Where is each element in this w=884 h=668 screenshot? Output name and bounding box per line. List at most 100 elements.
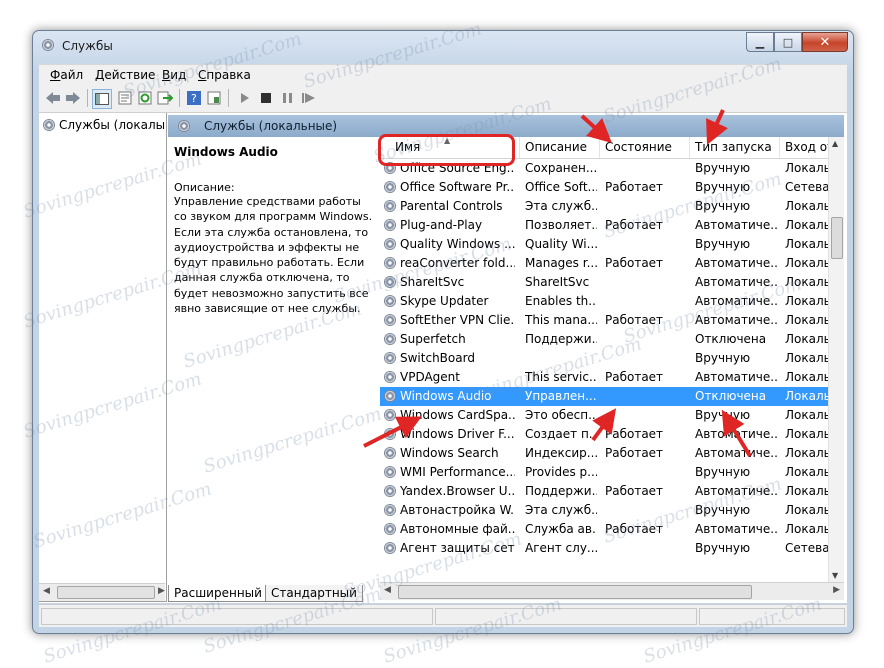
service-gear-icon [384,466,396,478]
scroll-right-icon[interactable]: ▶ [158,586,165,596]
scroll-left-icon[interactable]: ◀ [384,585,391,595]
cell-name: VPDAgent [400,368,515,387]
cell-status: Работает [605,368,689,387]
cell-status: Работает [605,254,689,273]
list-vertical-scrollbar[interactable]: ▲ ▼ [828,137,844,582]
restart-service-button[interactable] [300,89,318,107]
tab-extended[interactable]: Расширенный [168,585,268,602]
menu-action[interactable]: Действие [95,68,155,82]
table-row[interactable]: Windows SearchИндексир...РаботаетАвтомат… [380,444,829,463]
cell-name: Office Source Eng... [400,159,515,178]
services-gear-icon [178,120,190,132]
table-row[interactable]: Windows Driver F...Создает п...РаботаетА… [380,425,829,444]
cell-startup-type: Автоматиче... [695,216,779,235]
service-gear-icon [384,238,396,250]
table-row[interactable]: Plug-and-PlayПозволяет...РаботаетАвтомат… [380,216,829,235]
help-icon: ? [187,91,201,105]
cell-status: Работает [605,425,689,444]
cell-description: Поддержи... [525,330,597,349]
table-row[interactable]: SoftEther VPN Clie...This mana...Работае… [380,311,829,330]
service-gear-icon [384,314,396,326]
back-button[interactable] [44,89,62,107]
pane-header-title: Службы (локальные) [204,119,337,133]
table-row[interactable]: VPDAgentThis servic...РаботаетАвтоматиче… [380,368,829,387]
table-row[interactable]: Office Source Eng...Сохранен...ВручнуюЛо… [380,159,829,178]
tree-horizontal-scrollbar[interactable]: ◀ ▶ [39,583,165,601]
cell-description: Служба ав... [525,520,597,539]
cell-name: Yandex.Browser U... [400,482,515,501]
service-gear-icon [384,333,396,345]
scroll-up-icon[interactable]: ▲ [832,139,838,148]
table-row[interactable]: Parental ControlsЭта служб...ВручнуюЛока… [380,197,829,216]
export-button[interactable] [156,89,174,107]
toolbar: ? [39,84,847,113]
selected-service-title: Windows Audio [174,145,278,159]
toolbar-separator [179,89,180,107]
close-icon: ✕ [820,35,831,50]
cell-name: Агент защиты сет... [400,539,515,558]
table-row[interactable]: Windows CardSpa...Это обесп...ВручнуюЛок… [380,406,829,425]
refresh-button[interactable] [136,89,154,107]
table-row[interactable]: Агент защиты сет...Агент слу...ВручнуюСе… [380,539,829,558]
title-bar[interactable]: Службы ▁ □ ✕ [33,31,853,59]
cell-description: Поддержи... [525,482,597,501]
properties-icon [118,91,132,105]
cell-description: Quality Wi... [525,235,597,254]
menu-view[interactable]: Вид [162,68,186,82]
list-horizontal-scrollbar[interactable]: ◀ ▶ [380,582,844,600]
stop-icon [261,93,271,103]
stop-service-button[interactable] [257,89,275,107]
table-row[interactable]: reaConverter fold...Manages r...Работает… [380,254,829,273]
client-area: Службы (локалы ◀ ▶ Службы (локальные) Wi… [39,113,847,603]
cell-status: Работает [605,216,689,235]
column-description[interactable]: Описание [520,137,600,158]
column-startup-type[interactable]: Тип запуска [690,137,780,158]
start-service-button[interactable] [236,89,254,107]
minimize-icon: ▁ [756,36,764,49]
table-row[interactable]: WMI Performance...Provides p...ВручнуюЛо… [380,463,829,482]
table-row-selected[interactable]: Windows AudioУправлен...ОтключенаЛокальн… [380,387,829,406]
cell-startup-type: Автоматиче... [695,425,779,444]
table-row[interactable]: SuperfetchПоддержи...ОтключенаЛокальна [380,330,829,349]
vertical-scroll-thumb[interactable] [831,217,843,259]
table-row[interactable]: SwitchBoardВручнуюЛокальна [380,349,829,368]
table-row[interactable]: Skype UpdaterEnables th...Автоматиче...Л… [380,292,829,311]
maximize-button[interactable]: □ [774,32,802,52]
forward-icon [65,91,81,105]
table-row[interactable]: Yandex.Browser U...Поддержи...РаботаетАв… [380,482,829,501]
cell-name: Skype Updater [400,292,515,311]
cell-description: This servic... [525,368,597,387]
properties-button[interactable] [116,89,134,107]
help-button[interactable]: ? [185,89,203,107]
scroll-right-icon[interactable]: ▶ [833,585,840,595]
service-gear-icon [384,295,396,307]
pause-service-button[interactable] [279,89,297,107]
table-row[interactable]: Quality Windows ...Quality Wi...ВручнуюЛ… [380,235,829,254]
tree-item-services-local[interactable]: Службы (локалы [43,118,165,132]
horizontal-scroll-thumb[interactable] [398,585,752,599]
table-row[interactable]: Office Software Pr...Office Soft...Работ… [380,178,829,197]
service-gear-icon [384,257,396,269]
forward-button[interactable] [64,89,82,107]
menu-file[interactable]: Файл [50,68,83,82]
scroll-left-icon[interactable]: ◀ [43,586,50,596]
restart-icon [302,92,316,104]
column-status[interactable]: Состояние [600,137,690,158]
show-tree-icon [95,93,109,105]
show-tree-button[interactable] [92,89,112,109]
tab-standard[interactable]: Стандартный [265,585,363,602]
table-row[interactable]: Автонастройка W...Эта служб...ВручнуюЛок… [380,501,829,520]
close-button[interactable]: ✕ [802,32,848,52]
tree-scroll-thumb[interactable] [57,586,155,599]
column-name[interactable]: Имя▲ [380,137,520,158]
cell-startup-type: Вручную [695,463,779,482]
minimize-button[interactable]: ▁ [746,32,774,52]
table-row[interactable]: ShareItSvcShareItSvcАвтоматиче...Локальн… [380,273,829,292]
cell-name: Windows CardSpa... [400,406,515,425]
console-button[interactable] [205,89,223,107]
cell-name: SwitchBoard [400,349,515,368]
menu-bar: Файл Действие Вид Справка [39,64,847,85]
table-row[interactable]: Автономные фай...Служба ав...РаботаетАвт… [380,520,829,539]
scroll-down-icon[interactable]: ▼ [832,571,838,580]
menu-help[interactable]: Справка [198,68,251,82]
